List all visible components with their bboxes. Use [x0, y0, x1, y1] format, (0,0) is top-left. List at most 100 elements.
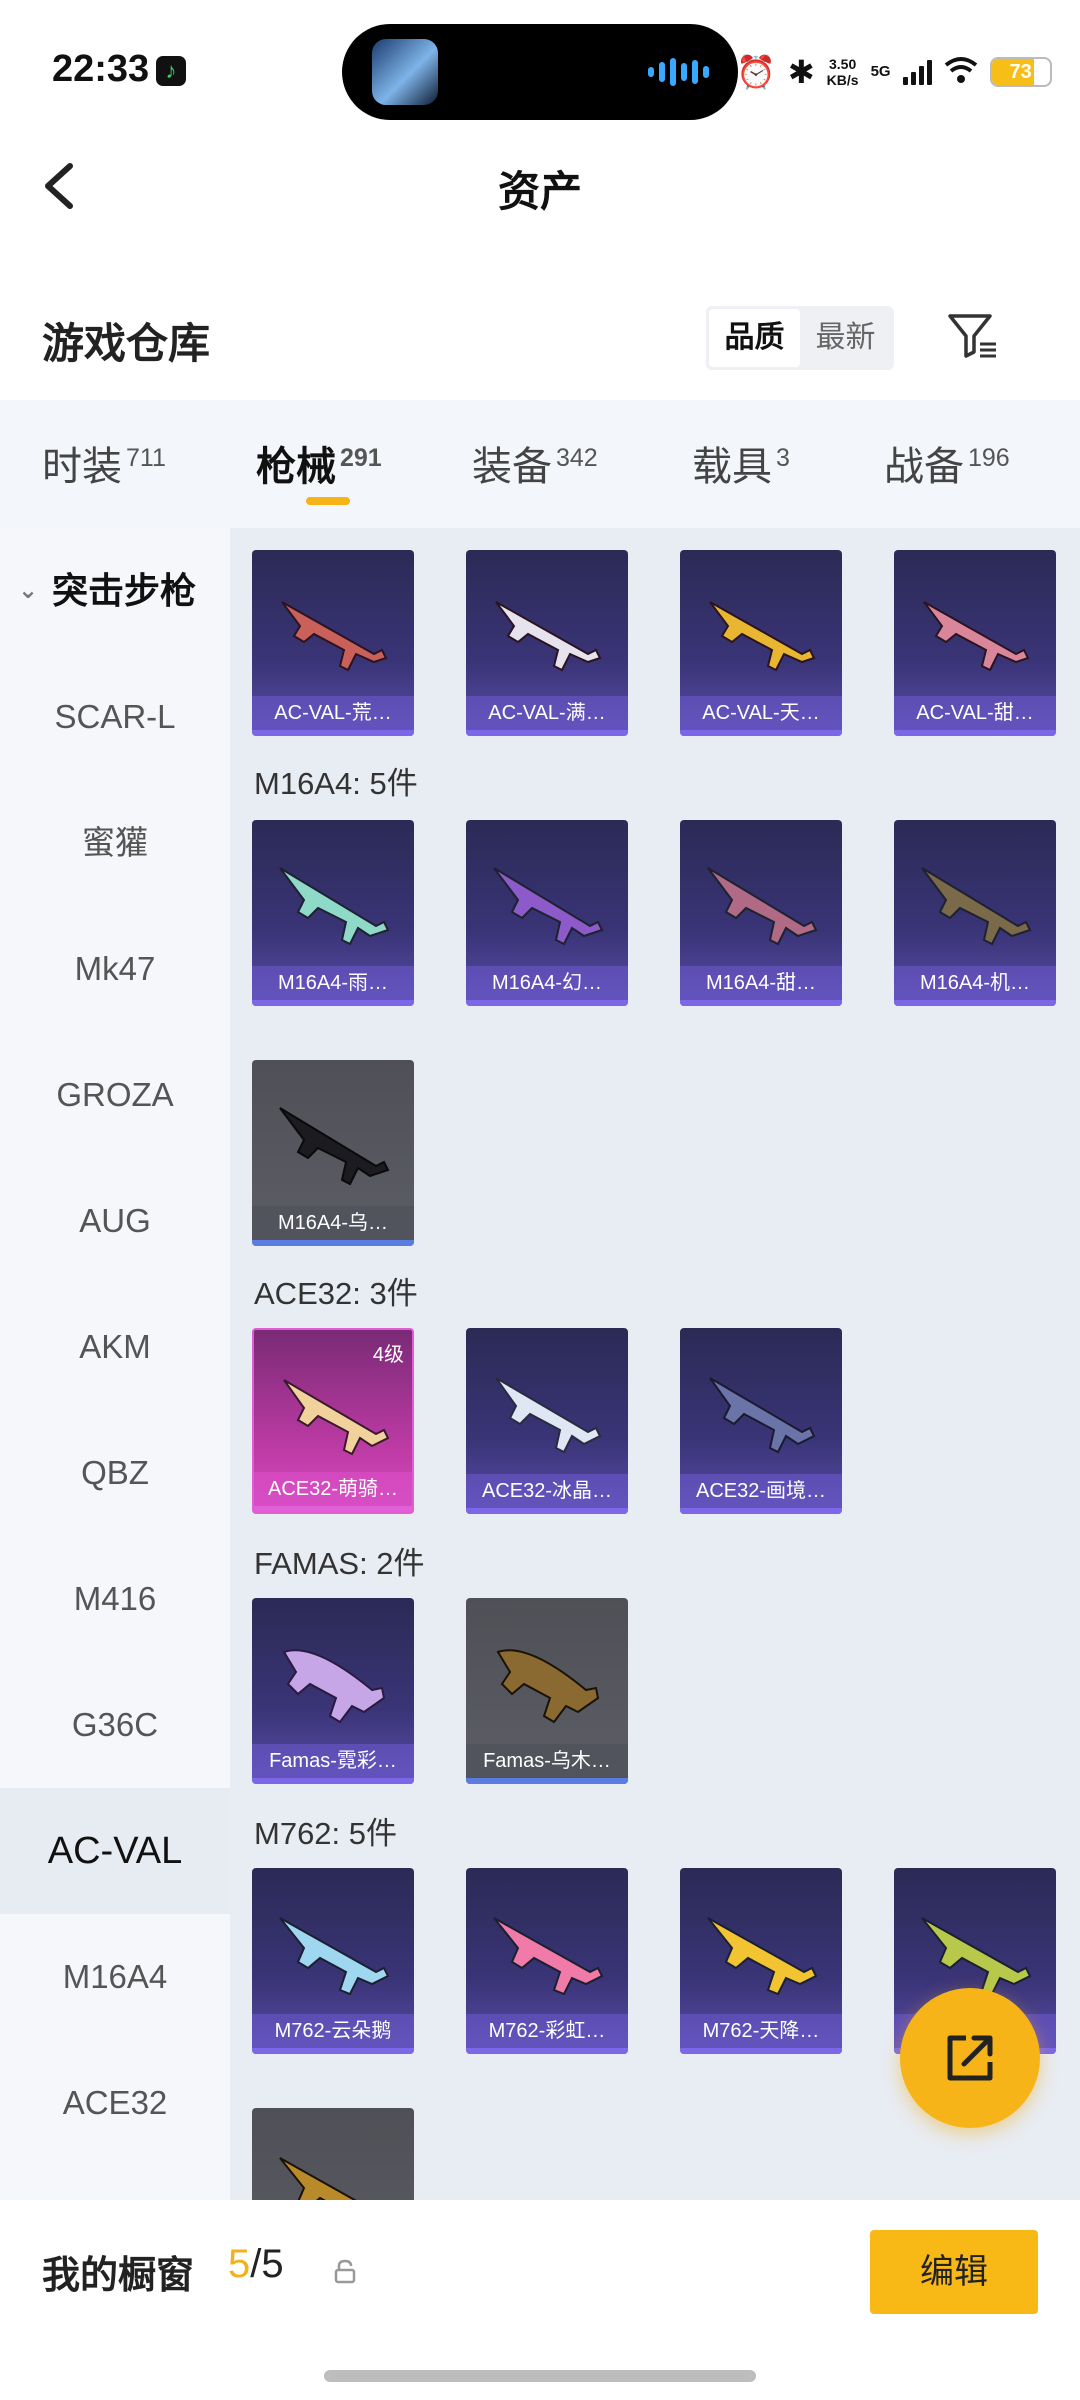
signal-icon — [902, 59, 932, 85]
sort-newest-option[interactable]: 最新 — [800, 309, 891, 367]
alarm-icon: ⏰ — [736, 54, 776, 90]
sort-quality-option[interactable]: 品质 — [709, 309, 800, 367]
sidebar-item[interactable]: AKM — [0, 1284, 230, 1410]
rarity-bar — [252, 1000, 414, 1006]
weapon-card[interactable]: Famas-乌木… — [466, 1598, 628, 1784]
audio-wave-icon — [648, 58, 709, 86]
weapon-card-name: M16A4-雨… — [252, 966, 414, 1000]
sidebar-item[interactable]: Mk47 — [0, 906, 230, 1032]
sidebar-item[interactable]: M416 — [0, 1536, 230, 1662]
weapon-card[interactable]: M762-天降… — [680, 1868, 842, 2054]
tab-supplies[interactable]: 战备 196 — [884, 434, 1010, 492]
rarity-bar — [466, 1778, 628, 1784]
tab-count: 342 — [556, 444, 598, 472]
weapon-card[interactable]: ACE32-冰晶… — [466, 1328, 628, 1514]
weapon-card-name: M16A4-幻… — [466, 966, 628, 1000]
rarity-bar — [466, 2048, 628, 2054]
showcase-current: 5 — [228, 2242, 251, 2286]
album-art-icon — [372, 39, 438, 105]
music-note-icon: ♪ — [156, 56, 186, 86]
weapon-card-name: AC-VAL-甜… — [894, 696, 1056, 730]
sidebar-item[interactable]: G36C — [0, 1662, 230, 1788]
tab-vehicles[interactable]: 载具 3 — [692, 434, 790, 492]
weapon-card-name: AC-VAL-荒… — [252, 696, 414, 730]
showcase-separator: / — [250, 2242, 262, 2286]
rifle-icon — [281, 601, 388, 672]
edit-button[interactable]: 编辑 — [870, 2230, 1038, 2314]
rifle-icon — [279, 1107, 390, 1186]
external-link-icon — [947, 2035, 993, 2081]
weapon-card[interactable]: M762-云朵鹅 — [252, 1868, 414, 2054]
tab-label: 时装 — [42, 445, 122, 489]
rifle-icon — [493, 867, 604, 946]
weapon-card-name: M762-云朵鹅 — [252, 2014, 414, 2048]
rifle-icon — [282, 1649, 386, 1724]
rifle-icon — [495, 1377, 602, 1454]
status-icons: ⏰ ✱ 3.50 KB/s 5G 73 — [736, 50, 1052, 94]
tab-label: 枪械 — [256, 445, 336, 489]
net-speed-value: 3.50 — [828, 56, 857, 72]
section-title: M16A4: 5件 — [254, 766, 418, 801]
net-speed: 3.50 KB/s — [827, 56, 859, 88]
rifle-icon — [707, 1917, 818, 1996]
rifle-icon — [923, 601, 1030, 672]
weapon-card[interactable] — [252, 2108, 414, 2200]
weapon-card[interactable]: M16A4-乌… — [252, 1060, 414, 1246]
tab-count: 711 — [126, 444, 166, 472]
weapon-card-name: ACE32-萌骑… — [254, 1472, 412, 1506]
tab-fashion[interactable]: 时装 711 — [42, 434, 166, 492]
sidebar-item-active[interactable]: AC-VAL — [0, 1788, 230, 1914]
section-title: ACE32: 3件 — [254, 1276, 418, 1311]
rifle-icon — [707, 867, 818, 946]
showcase-count: 5/5 — [228, 2242, 284, 2287]
weapon-card[interactable]: AC-VAL-甜… — [894, 550, 1056, 736]
weapon-card[interactable]: ACE32-画境… — [680, 1328, 842, 1514]
rifle-icon — [921, 867, 1032, 946]
weapon-card-name: Famas-乌木… — [466, 1744, 628, 1778]
rifle-icon — [921, 1917, 1032, 1996]
sidebar-item[interactable]: SCAR-L — [0, 654, 230, 780]
weapon-card[interactable]: M16A4-雨… — [252, 820, 414, 1006]
sidebar-item[interactable]: AUG — [0, 1158, 230, 1284]
weapon-card[interactable]: M16A4-甜… — [680, 820, 842, 1006]
weapon-card[interactable]: M762-彩虹… — [466, 1868, 628, 2054]
weapon-card[interactable]: AC-VAL-荒… — [252, 550, 414, 736]
weapon-card[interactable]: Famas-霓彩… — [252, 1598, 414, 1784]
weapon-card-name: M16A4-甜… — [680, 966, 842, 1000]
status-bar: 22:33 ♪ ⏰ ✱ 3.50 KB/s 5G 73 — [0, 0, 1080, 130]
sidebar-item[interactable]: GROZA — [0, 1032, 230, 1158]
tab-firearms[interactable]: 枪械 291 — [256, 434, 382, 492]
share-button[interactable] — [900, 1988, 1040, 2128]
sidebar-item[interactable]: 蜜獾 — [0, 780, 230, 906]
weapon-card[interactable]: 4级 ACE32-萌骑… — [252, 1328, 414, 1514]
sort-toggle: 品质 最新 — [706, 306, 894, 370]
rarity-bar — [894, 1000, 1056, 1006]
weapon-card[interactable]: M16A4-幻… — [466, 820, 628, 1006]
wifi-icon — [944, 56, 978, 89]
sidebar-group-label: 突击步枪 — [52, 570, 197, 611]
tab-label: 装备 — [472, 445, 552, 489]
sidebar-group-assault-rifles[interactable]: ⌄ 突击步枪 — [0, 528, 230, 654]
sidebar-item[interactable]: ACE32 — [0, 2040, 230, 2166]
sidebar-item[interactable]: M16A4 — [0, 1914, 230, 2040]
network-type: 5G — [870, 63, 891, 80]
filter-icon[interactable] — [944, 308, 1000, 364]
weapon-card-name: Famas-霓彩… — [252, 1744, 414, 1778]
weapon-grid: AC-VAL-荒… AC-VAL-满… AC-VAL-天… AC-VAL-甜… … — [230, 528, 1080, 2200]
rifle-icon — [709, 1377, 816, 1454]
battery-icon: 73 — [989, 57, 1052, 87]
home-indicator[interactable] — [324, 2370, 756, 2382]
rifle-icon — [493, 1917, 604, 1996]
rarity-bar — [252, 2048, 414, 2054]
weapon-card[interactable]: AC-VAL-天… — [680, 550, 842, 736]
sidebar-item[interactable]: QBZ — [0, 1410, 230, 1536]
weapon-card[interactable]: AC-VAL-满… — [466, 550, 628, 736]
tab-equipment[interactable]: 装备 342 — [472, 434, 598, 492]
rarity-bar — [252, 1778, 414, 1784]
showcase-total: 5 — [261, 2242, 284, 2286]
rifle-icon — [709, 601, 816, 672]
weapon-card[interactable]: M16A4-机… — [894, 820, 1056, 1006]
dynamic-island[interactable] — [342, 24, 738, 120]
tab-label: 载具 — [692, 445, 772, 489]
rifle-icon — [495, 601, 602, 672]
